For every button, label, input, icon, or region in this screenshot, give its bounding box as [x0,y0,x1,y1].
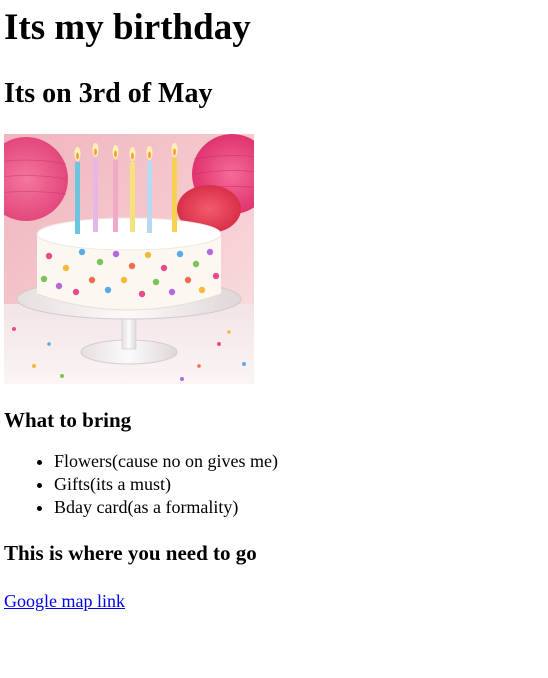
birthday-cake-image [4,134,254,384]
bring-list: Flowers(cause no on gives me) Gifts(its … [4,450,544,519]
page-content: Its my birthday Its on 3rd of May What t… [0,4,548,613]
page-title: Its my birthday [4,7,251,48]
directions-heading: This is where you need to go [4,541,257,565]
google-map-link[interactable]: Google map link [4,589,125,613]
page-subtitle: Its on 3rd of May [4,78,213,109]
list-item: Gifts(its a must) [54,473,544,496]
list-item: Bday card(as a formality) [54,496,544,519]
list-item: Flowers(cause no on gives me) [54,450,544,473]
bring-heading: What to bring [4,408,132,432]
